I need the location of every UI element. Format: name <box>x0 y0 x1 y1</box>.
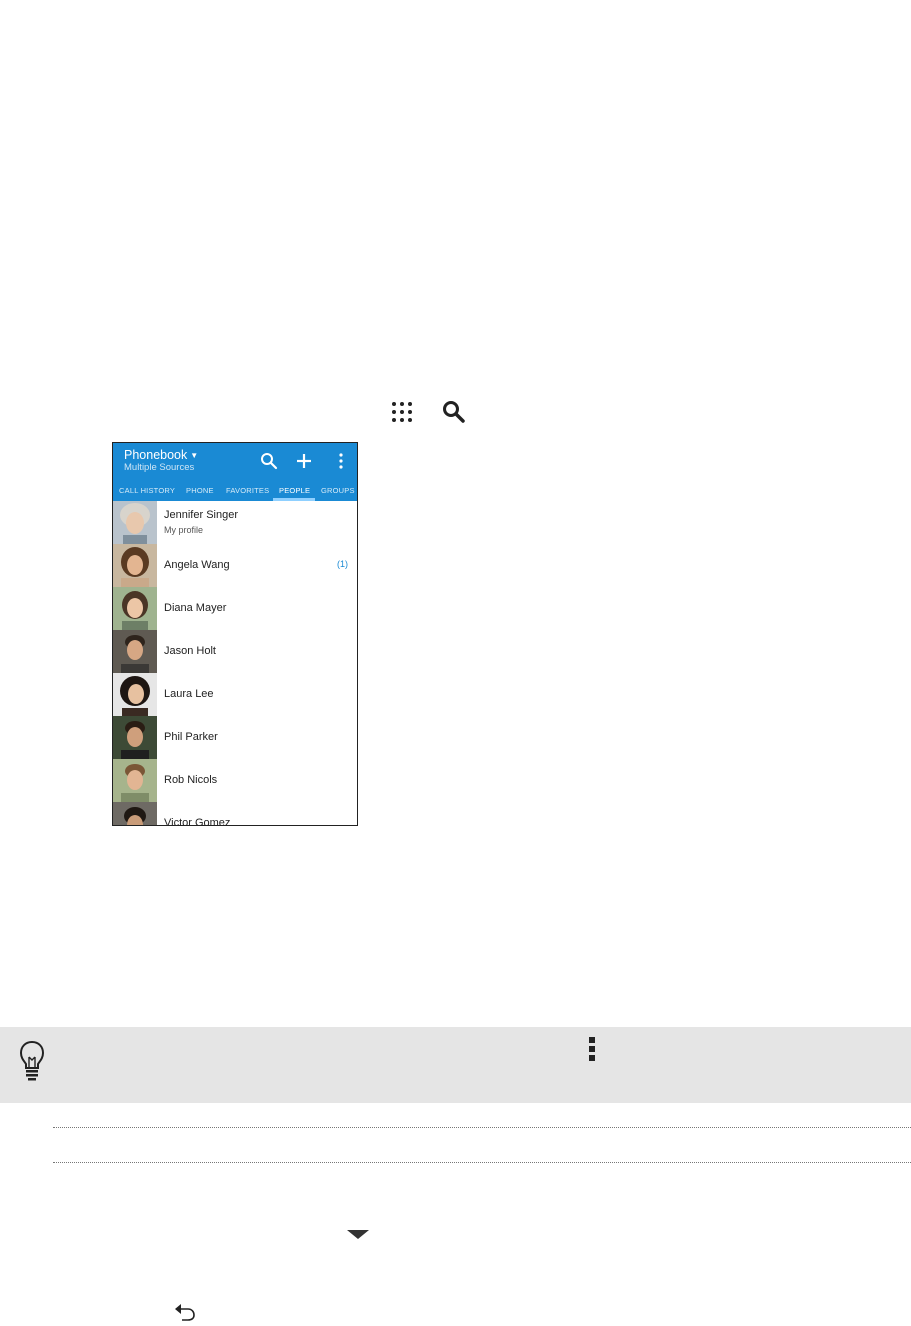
tip-box <box>0 1027 911 1103</box>
back-icon <box>175 1304 195 1321</box>
add-contact-button[interactable] <box>294 451 314 471</box>
app-subtitle: Multiple Sources <box>124 462 195 473</box>
tab-call-history[interactable]: CALL HISTORY <box>119 486 175 495</box>
down-arrow-icon <box>347 1230 369 1239</box>
tab-people[interactable]: PEOPLE <box>279 486 310 495</box>
dotted-divider <box>53 1162 911 1163</box>
unread-count-badge: (1) <box>337 559 348 569</box>
lightbulb-tip-icon <box>19 1040 45 1081</box>
contact-name: Angela Wang <box>164 559 230 571</box>
avatar <box>113 716 157 759</box>
contact-row[interactable]: Angela Wang (1) <box>113 544 357 587</box>
avatar <box>113 544 157 587</box>
contact-name: Laura Lee <box>164 688 214 700</box>
apps-icon <box>392 402 412 422</box>
contact-row[interactable]: Diana Mayer <box>113 587 357 630</box>
avatar <box>113 759 157 802</box>
contact-row[interactable]: Phil Parker <box>113 716 357 759</box>
avatar <box>113 501 157 544</box>
avatar <box>113 673 157 716</box>
contact-name: Phil Parker <box>164 731 218 743</box>
avatar <box>113 587 157 630</box>
contact-name: Victor Gomez <box>164 817 231 826</box>
app-title[interactable]: Phonebook ▼ <box>124 448 198 462</box>
search-button[interactable] <box>259 451 279 471</box>
avatar <box>113 630 157 673</box>
contact-row[interactable]: Jennifer Singer My profile <box>113 501 357 544</box>
tab-groups[interactable]: GROUPS <box>321 486 355 495</box>
contact-subtitle: My profile <box>164 525 204 535</box>
avatar <box>113 802 157 825</box>
search-icon <box>443 401 465 423</box>
contact-row[interactable]: Jason Holt <box>113 630 357 673</box>
more-options-button[interactable] <box>331 451 351 471</box>
contact-name: Rob Nicols <box>164 774 218 786</box>
contact-row[interactable]: Rob Nicols <box>113 759 357 802</box>
app-bar: Phonebook ▼ Multiple Sources CALL HISTORY… <box>113 443 357 501</box>
contact-row[interactable]: Victor Gomez <box>113 802 357 826</box>
phonebook-screenshot: Phonebook ▼ Multiple Sources CALL HISTORY… <box>112 442 358 826</box>
tab-bar: CALL HISTORY PHONE FAVORITES PEOPLE GROU… <box>113 483 357 501</box>
contact-name: Jason Holt <box>164 645 216 657</box>
tab-phone[interactable]: PHONE <box>186 486 214 495</box>
more-icon <box>589 1037 595 1061</box>
contact-name: Jennifer Singer <box>164 509 238 521</box>
contact-name: Diana Mayer <box>164 602 227 614</box>
tab-favorites[interactable]: FAVORITES <box>226 486 269 495</box>
dotted-divider <box>53 1127 911 1128</box>
contact-row[interactable]: Laura Lee <box>113 673 357 716</box>
dropdown-caret-icon: ▼ <box>190 451 199 461</box>
